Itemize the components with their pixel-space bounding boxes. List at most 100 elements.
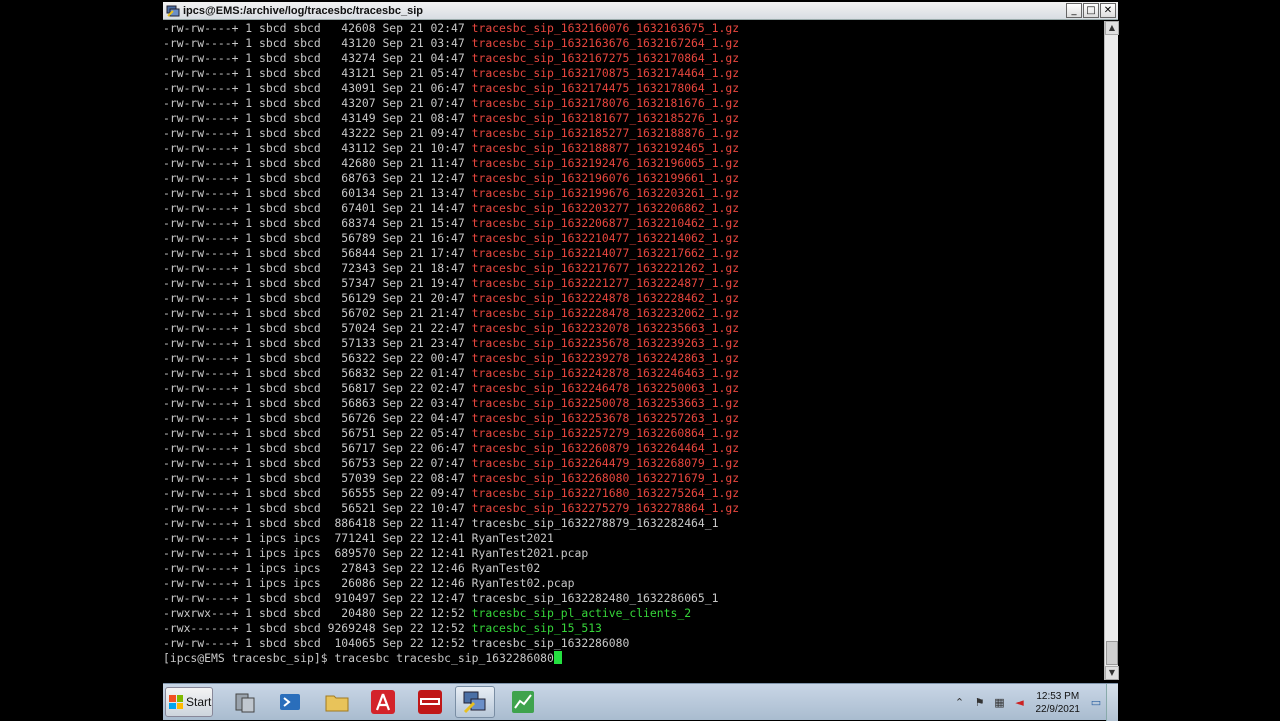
listing-row: -rw-rw----+ 1 sbcd sbcd 56555 Sep 22 09:… <box>163 486 1104 501</box>
listing-meta: -rw-rw----+ 1 sbcd sbcd 60134 Sep 21 13:… <box>163 186 472 200</box>
minimize-button[interactable]: _ <box>1066 3 1082 18</box>
putty-taskbar-button[interactable] <box>455 686 495 718</box>
vertical-scrollbar[interactable]: ▲ ▼ <box>1104 21 1119 680</box>
terminal-window[interactable]: ipcs@EMS:/archive/log/tracesbc/tracesbc_… <box>163 2 1119 680</box>
listing-row: -rw-rw----+ 1 sbcd sbcd 68374 Sep 21 15:… <box>163 216 1104 231</box>
listing-meta: -rw-rw----+ 1 sbcd sbcd 43091 Sep 21 06:… <box>163 81 472 95</box>
file-name: tracesbc_sip_15_513 <box>471 621 602 635</box>
listing-row: -rw-rw----+ 1 sbcd sbcd 67401 Sep 21 14:… <box>163 201 1104 216</box>
show-hidden-icons-icon[interactable]: ⌃ <box>952 695 968 711</box>
file-name: tracesbc_sip_1632199676_1632203261_1.gz <box>471 186 740 200</box>
show-desktop-button[interactable] <box>1106 684 1118 721</box>
file-name: tracesbc_sip_1632228478_1632232062_1.gz <box>471 306 740 320</box>
listing-row: -rwx------+ 1 sbcd sbcd 9269248 Sep 22 1… <box>163 621 1104 636</box>
listing-row: -rw-rw----+ 1 sbcd sbcd 56817 Sep 22 02:… <box>163 381 1104 396</box>
chart-app-taskbar-button[interactable] <box>503 686 543 718</box>
file-name: tracesbc_sip_1632242878_1632246463_1.gz <box>471 366 740 380</box>
file-name: tracesbc_sip_1632210477_1632214062_1.gz <box>471 231 740 245</box>
file-name: tracesbc_sip_1632246478_1632250063_1.gz <box>471 381 740 395</box>
volume-muted-icon[interactable]: ◄ <box>1012 695 1028 711</box>
file-name: tracesbc_sip_1632178076_1632181676_1.gz <box>471 96 740 110</box>
network-icon[interactable]: ▦ <box>992 695 1008 711</box>
listing-meta: -rw-rw----+ 1 sbcd sbcd 56751 Sep 22 05:… <box>163 426 472 440</box>
file-name: tracesbc_sip_1632253678_1632257263_1.gz <box>471 411 740 425</box>
listing-meta: -rw-rw----+ 1 sbcd sbcd 72343 Sep 21 18:… <box>163 261 472 275</box>
keyboard-layout-icon[interactable]: ▭ <box>1088 695 1104 711</box>
listing-meta: -rw-rw----+ 1 ipcs ipcs 27843 Sep 22 12:… <box>163 561 472 575</box>
listing-meta: -rw-rw----+ 1 sbcd sbcd 43121 Sep 21 05:… <box>163 66 472 80</box>
listing-row: -rw-rw----+ 1 sbcd sbcd 56726 Sep 22 04:… <box>163 411 1104 426</box>
listing-meta: -rwxrwx---+ 1 sbcd sbcd 20480 Sep 22 12:… <box>163 606 472 620</box>
listing-row: -rwxrwx---+ 1 sbcd sbcd 20480 Sep 22 12:… <box>163 606 1104 621</box>
listing-meta: -rw-rw----+ 1 ipcs ipcs 26086 Sep 22 12:… <box>163 576 472 590</box>
listing-row: -rw-rw----+ 1 sbcd sbcd 56702 Sep 21 21:… <box>163 306 1104 321</box>
listing-row: -rw-rw----+ 1 sbcd sbcd 43091 Sep 21 06:… <box>163 81 1104 96</box>
listing-row: -rw-rw----+ 1 sbcd sbcd 56322 Sep 22 00:… <box>163 351 1104 366</box>
file-name: tracesbc_sip_1632163676_1632167264_1.gz <box>471 36 740 50</box>
scroll-down-icon[interactable]: ▼ <box>1105 666 1119 680</box>
terminal-output[interactable]: -rw-rw----+ 1 sbcd sbcd 42608 Sep 21 02:… <box>163 21 1104 680</box>
listing-row: -rw-rw----+ 1 ipcs ipcs 689570 Sep 22 12… <box>163 546 1104 561</box>
acrobat-icon <box>371 690 395 714</box>
listing-row: -rw-rw----+ 1 sbcd sbcd 43121 Sep 21 05:… <box>163 66 1104 81</box>
listing-row: -rw-rw----+ 1 sbcd sbcd 57039 Sep 22 08:… <box>163 471 1104 486</box>
prompt-line[interactable]: [ipcs@EMS tracesbc_sip]$ tracesbc traces… <box>163 651 1104 666</box>
listing-meta: -rw-rw----+ 1 sbcd sbcd 56726 Sep 22 04:… <box>163 411 472 425</box>
server-manager-taskbar-button[interactable] <box>225 686 265 718</box>
listing-meta: -rw-rw----+ 1 sbcd sbcd 56844 Sep 21 17:… <box>163 246 472 260</box>
file-name: tracesbc_sip_1632235678_1632239263_1.gz <box>471 336 740 350</box>
listing-row: -rw-rw----+ 1 sbcd sbcd 57133 Sep 21 23:… <box>163 336 1104 351</box>
listing-row: -rw-rw----+ 1 sbcd sbcd 104065 Sep 22 12… <box>163 636 1104 651</box>
listing-meta: -rw-rw----+ 1 sbcd sbcd 57347 Sep 21 19:… <box>163 276 472 290</box>
listing-row: -rw-rw----+ 1 sbcd sbcd 43207 Sep 21 07:… <box>163 96 1104 111</box>
file-name: tracesbc_sip_1632250078_1632253663_1.gz <box>471 396 740 410</box>
avaya-taskbar-button[interactable] <box>410 686 450 718</box>
listing-meta: -rw-rw----+ 1 sbcd sbcd 68763 Sep 21 12:… <box>163 171 472 185</box>
listing-row: -rw-rw----+ 1 sbcd sbcd 56863 Sep 22 03:… <box>163 396 1104 411</box>
listing-row: -rw-rw----+ 1 sbcd sbcd 57347 Sep 21 19:… <box>163 276 1104 291</box>
powershell-taskbar-button[interactable] <box>270 686 310 718</box>
explorer-taskbar-button[interactable] <box>317 686 357 718</box>
avaya-icon <box>418 690 442 714</box>
scroll-thumb[interactable] <box>1106 641 1118 665</box>
start-label: Start <box>186 695 212 709</box>
listing-row: -rw-rw----+ 1 sbcd sbcd 60134 Sep 21 13:… <box>163 186 1104 201</box>
file-name: tracesbc_sip_1632278879_1632282464_1 <box>471 516 719 530</box>
server-manager-icon <box>235 693 255 713</box>
file-name: tracesbc_sip_1632271680_1632275264_1.gz <box>471 486 740 500</box>
file-name: tracesbc_sip_1632282480_1632286065_1 <box>471 591 719 605</box>
listing-meta: -rw-rw----+ 1 sbcd sbcd 56702 Sep 21 21:… <box>163 306 472 320</box>
file-name: tracesbc_sip_1632160076_1632163675_1.gz <box>471 21 740 35</box>
listing-meta: -rw-rw----+ 1 sbcd sbcd 43207 Sep 21 07:… <box>163 96 472 110</box>
start-button[interactable]: Start <box>165 687 213 717</box>
clock-date: 22/9/2021 <box>1035 703 1081 715</box>
taskbar-clock[interactable]: 12:53 PM 22/9/2021 <box>1036 690 1081 716</box>
scroll-up-icon[interactable]: ▲ <box>1105 21 1119 35</box>
file-name: tracesbc_sip_1632221277_1632224877_1.gz <box>471 276 740 290</box>
file-name: tracesbc_sip_1632239278_1632242863_1.gz <box>471 351 740 365</box>
window-title: ipcs@EMS:/archive/log/tracesbc/tracesbc_… <box>183 4 423 17</box>
file-name: RyanTest02.pcap <box>471 576 575 590</box>
listing-row: -rw-rw----+ 1 sbcd sbcd 43112 Sep 21 10:… <box>163 141 1104 156</box>
listing-meta: -rw-rw----+ 1 sbcd sbcd 43149 Sep 21 08:… <box>163 111 472 125</box>
listing-row: -rw-rw----+ 1 sbcd sbcd 42608 Sep 21 02:… <box>163 21 1104 36</box>
listing-row: -rw-rw----+ 1 sbcd sbcd 43120 Sep 21 03:… <box>163 36 1104 51</box>
folder-icon <box>325 695 349 712</box>
listing-row: -rw-rw----+ 1 sbcd sbcd 56832 Sep 22 01:… <box>163 366 1104 381</box>
listing-meta: -rw-rw----+ 1 sbcd sbcd 56789 Sep 21 16:… <box>163 231 472 245</box>
putty-icon <box>463 691 486 714</box>
acrobat-taskbar-button[interactable] <box>363 686 403 718</box>
action-center-flag-icon[interactable]: ⚑ <box>972 695 988 711</box>
listing-meta: -rw-rw----+ 1 sbcd sbcd 43120 Sep 21 03:… <box>163 36 472 50</box>
listing-row: -rw-rw----+ 1 sbcd sbcd 56129 Sep 21 20:… <box>163 291 1104 306</box>
file-name: tracesbc_sip_1632196076_1632199661_1.gz <box>471 171 740 185</box>
file-name: tracesbc_sip_1632268080_1632271679_1.gz <box>471 471 740 485</box>
title-bar[interactable]: ipcs@EMS:/archive/log/tracesbc/tracesbc_… <box>163 2 1118 20</box>
maximize-button[interactable]: □ <box>1083 3 1099 18</box>
close-button[interactable]: ✕ <box>1100 3 1116 18</box>
listing-meta: -rw-rw----+ 1 sbcd sbcd 56555 Sep 22 09:… <box>163 486 472 500</box>
powershell-icon <box>280 694 300 710</box>
command-input[interactable]: tracesbc tracesbc_sip_1632286080 <box>334 651 553 665</box>
listing-row: -rw-rw----+ 1 ipcs ipcs 26086 Sep 22 12:… <box>163 576 1104 591</box>
file-name: tracesbc_sip_pl_active_clients_2 <box>471 606 692 620</box>
